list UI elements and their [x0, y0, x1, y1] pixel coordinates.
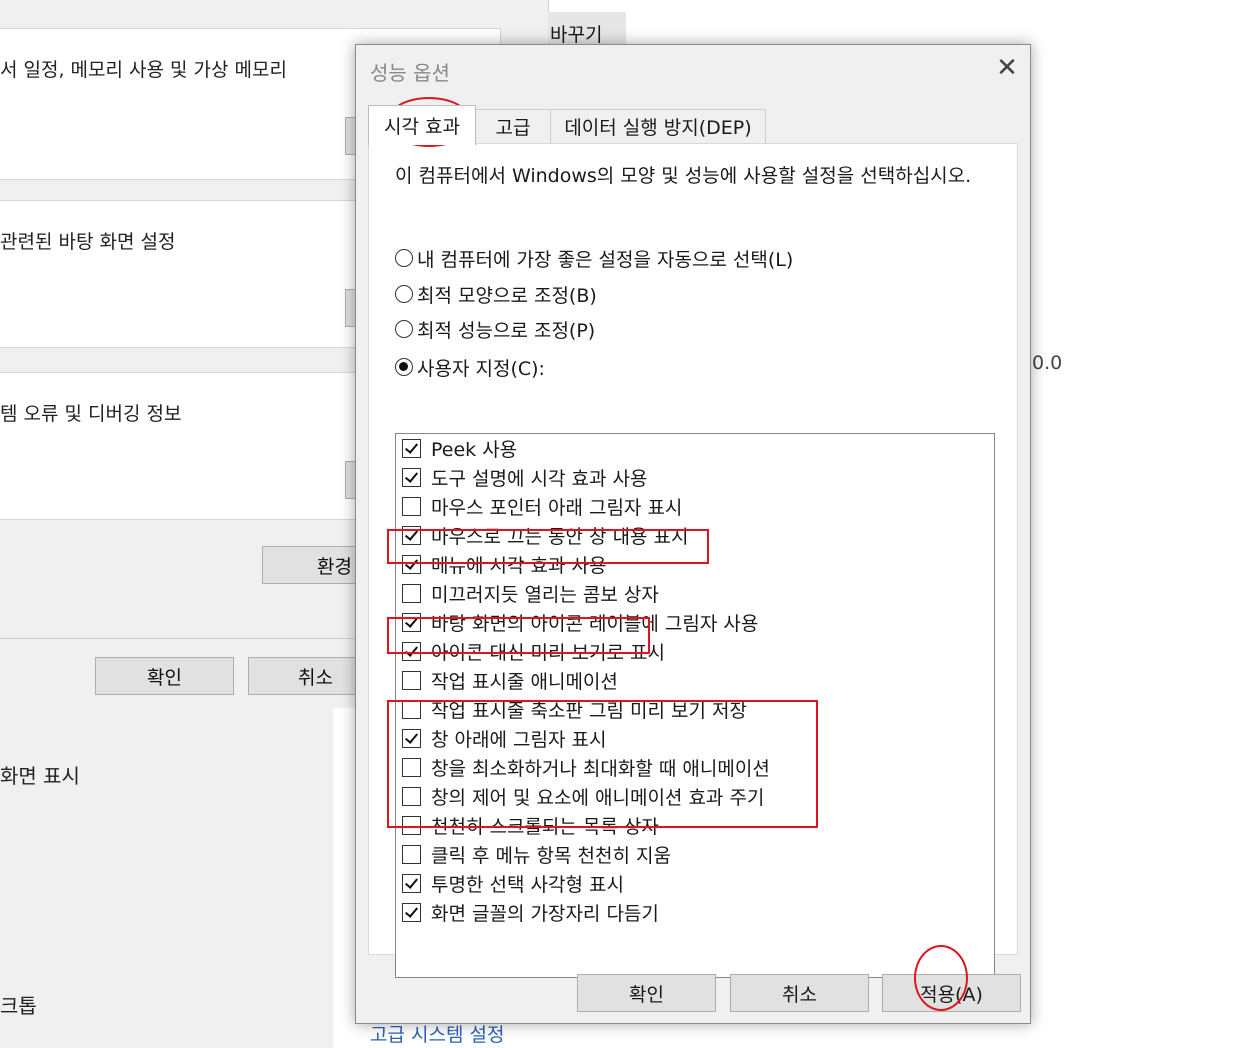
environment-variables-button[interactable]: 환경 [262, 546, 362, 584]
radio-button-selected[interactable] [395, 358, 413, 376]
radio-best-appearance[interactable]: 최적 모양으로 조정(B) [395, 281, 597, 307]
tab-dep[interactable]: 데이터 실행 방지(DEP) [550, 109, 766, 143]
list-item[interactable]: 클릭 후 메뉴 항목 천천히 지움 [402, 840, 671, 869]
checkbox[interactable] [402, 468, 421, 487]
ok-button-label: 확인 [629, 983, 664, 1006]
tab-visual-effects-label: 시각 효과 [384, 116, 460, 138]
radio-button[interactable] [395, 285, 413, 303]
bg-ok-button[interactable]: 확인 [95, 657, 234, 695]
list-item-label: 클릭 후 메뉴 항목 천천히 지움 [431, 845, 671, 867]
visual-effects-description: 이 컴퓨터에서 Windows의 모양 및 성능에 사용할 설정을 선택하십시오… [395, 165, 972, 187]
tab-advanced[interactable]: 고급 [475, 109, 551, 143]
advanced-system-settings-link[interactable]: 고급 시스템 설정 [370, 1020, 504, 1047]
list-item[interactable]: Peek 사용 [402, 434, 517, 463]
list-item[interactable]: 도구 설명에 시각 효과 사용 [402, 463, 647, 492]
list-item-label: Peek 사용 [431, 439, 518, 461]
radio-auto-label: 내 컴퓨터에 가장 좋은 설정을 자동으로 선택(L) [417, 248, 794, 271]
list-item-label: 미끄러지듯 열리는 콤보 상자 [431, 584, 659, 606]
radio-button[interactable] [395, 249, 413, 267]
checkbox[interactable] [402, 671, 421, 690]
sidebar-item-display[interactable]: 화면 표시 [0, 760, 80, 789]
version-fragment: 0.0 [1032, 352, 1063, 374]
list-item[interactable]: 투명한 선택 사각형 표시 [402, 869, 624, 898]
list-item-label: 마우스 포인터 아래 그림자 표시 [431, 497, 683, 519]
checkbox[interactable] [402, 874, 421, 893]
annotation-circle-apply [914, 945, 968, 1011]
bg-ok-label: 확인 [147, 666, 182, 689]
annotation-box-taskbar [387, 617, 650, 654]
cancel-button[interactable]: 취소 [730, 974, 869, 1012]
radio-best-performance[interactable]: 최적 성능으로 조정(P) [395, 316, 595, 342]
environment-variables-label: 환경 [317, 555, 352, 578]
radio-best-performance-label: 최적 성능으로 조정(P) [417, 319, 596, 342]
list-item-label: 작업 표시줄 애니메이션 [431, 671, 618, 693]
startup-recovery-description: 템 오류 및 디버깅 정보 [0, 403, 182, 425]
checkbox[interactable] [402, 903, 421, 922]
tab-dep-label: 데이터 실행 방지(DEP) [564, 117, 752, 139]
cancel-button-label: 취소 [782, 983, 817, 1006]
checkbox[interactable] [402, 439, 421, 458]
close-icon[interactable]: ✕ [994, 55, 1020, 81]
annotation-box-combo [387, 529, 709, 564]
radio-auto[interactable]: 내 컴퓨터에 가장 좋은 설정을 자동으로 선택(L) [395, 245, 793, 271]
list-item-label: 도구 설명에 시각 효과 사용 [431, 468, 648, 490]
change-settings-tab[interactable]: 바꾸기 [548, 12, 626, 46]
dialog-title: 성능 옵션 [370, 61, 450, 85]
checkbox[interactable] [402, 497, 421, 516]
list-item-label: 투명한 선택 사각형 표시 [431, 874, 624, 896]
tab-visual-effects[interactable]: 시각 효과 [368, 105, 476, 145]
tab-advanced-label: 고급 [495, 117, 531, 139]
change-settings-label: 바꾸기 [550, 24, 603, 46]
radio-custom-label: 사용자 지정(C): [417, 357, 545, 380]
user-profile-description: 관련된 바탕 화면 설정 [0, 231, 176, 253]
radio-best-appearance-label: 최적 모양으로 조정(B) [417, 284, 597, 307]
radio-custom[interactable]: 사용자 지정(C): [395, 354, 545, 380]
list-item-label: 화면 글꼴의 가장자리 다듬기 [431, 903, 659, 925]
sidebar-item-desktop[interactable]: 크톱 [0, 990, 37, 1019]
list-item[interactable]: 미끄러지듯 열리는 콤보 상자 [402, 579, 659, 608]
list-item[interactable]: 작업 표시줄 애니메이션 [402, 666, 618, 695]
checkbox[interactable] [402, 845, 421, 864]
radio-button[interactable] [395, 320, 413, 338]
performance-description: 서 일정, 메모리 사용 및 가상 메모리 [0, 59, 287, 81]
bg-cancel-label: 취소 [298, 666, 333, 689]
checkbox[interactable] [402, 584, 421, 603]
annotation-box-animations [387, 700, 818, 828]
list-item[interactable]: 화면 글꼴의 가장자리 다듬기 [402, 898, 659, 927]
list-item[interactable]: 마우스 포인터 아래 그림자 표시 [402, 492, 682, 521]
settings-sidebar: 화면 표시 크톱 [0, 708, 333, 1048]
ok-button[interactable]: 확인 [577, 974, 716, 1012]
